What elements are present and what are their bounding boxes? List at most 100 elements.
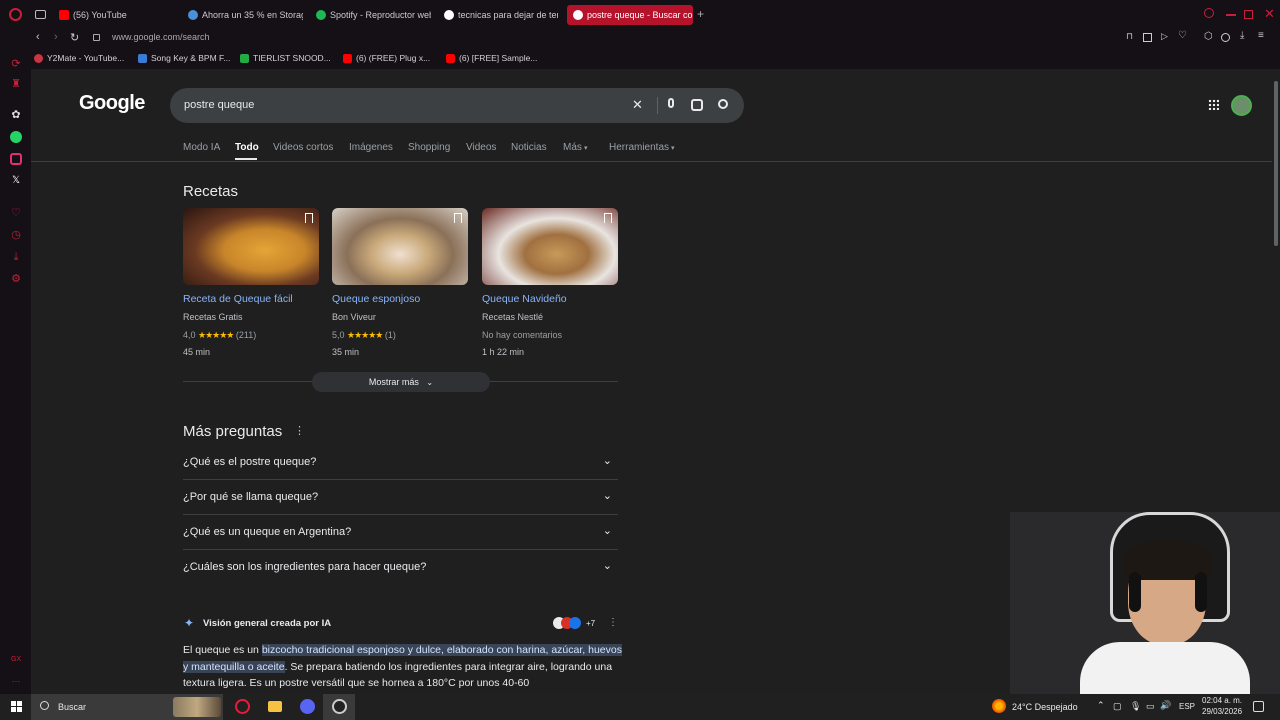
- bookmark-sample[interactable]: (6) [FREE] Sample...: [446, 53, 537, 63]
- avatar[interactable]: [1231, 95, 1252, 116]
- language-indicator[interactable]: ESP: [1179, 702, 1195, 711]
- recipe-title[interactable]: Queque esponjoso: [332, 293, 420, 305]
- taskbar-search[interactable]: Buscar: [31, 694, 223, 720]
- close-icon[interactable]: ✕: [1264, 6, 1275, 22]
- sources-count[interactable]: +7: [586, 619, 595, 628]
- network-icon[interactable]: ▭: [1146, 701, 1155, 712]
- tab-modo-ia[interactable]: Modo IA: [183, 142, 220, 153]
- settings-icon[interactable]: ⚙: [10, 273, 22, 285]
- tab-videos-cortos[interactable]: Videos cortos: [273, 142, 333, 153]
- volume-icon[interactable]: 🔊: [1160, 700, 1171, 711]
- heart-icon[interactable]: ♡: [10, 207, 22, 219]
- tab-mas[interactable]: Más: [563, 142, 582, 153]
- ai-assistant-icon[interactable]: ⟳: [10, 58, 22, 70]
- tab-tecnicas[interactable]: tecnicas para dejar de ten: [444, 5, 558, 25]
- download-icon[interactable]: ⤓: [1240, 30, 1244, 41]
- tab-shopping[interactable]: Shopping: [408, 142, 450, 153]
- menu-icon[interactable]: ≡: [1258, 30, 1264, 41]
- lens-icon[interactable]: [691, 99, 703, 111]
- downloads-icon[interactable]: ⤓: [10, 251, 22, 263]
- weather-icon[interactable]: [992, 699, 1006, 713]
- back-icon[interactable]: ‹: [36, 31, 40, 43]
- discord-icon[interactable]: [300, 699, 315, 714]
- mic-icon[interactable]: [668, 98, 674, 108]
- chatgpt-icon[interactable]: ✿: [10, 109, 22, 121]
- google-logo[interactable]: Google: [79, 92, 145, 115]
- search-icon[interactable]: [718, 99, 728, 109]
- bookmark-icon[interactable]: [604, 213, 612, 223]
- recipe-title[interactable]: Receta de Queque fácil: [183, 293, 293, 305]
- instagram-icon[interactable]: [10, 153, 22, 165]
- recipe-image[interactable]: [482, 208, 618, 285]
- tab-storage[interactable]: Ahorra un 35 % en Storag: [188, 5, 303, 25]
- gx-icon[interactable]: GX: [10, 654, 22, 666]
- clock-time[interactable]: 02:04 a. m.: [1202, 696, 1242, 705]
- weather-text[interactable]: 24°C Despejado: [1012, 702, 1078, 712]
- scrollbar-thumb[interactable]: [1274, 81, 1278, 246]
- maximize-icon[interactable]: [1244, 10, 1253, 19]
- tab-todo[interactable]: Todo: [235, 142, 259, 153]
- forward-icon[interactable]: ›: [54, 31, 58, 43]
- wallet-icon[interactable]: ♜: [10, 78, 22, 90]
- pin-icon[interactable]: ⊓: [1126, 31, 1133, 42]
- notifications-icon[interactable]: [1253, 701, 1264, 712]
- tab-herramientas[interactable]: Herramientas: [609, 142, 669, 153]
- recipes-heading: Recetas: [183, 183, 239, 200]
- rating-value: 4,0: [183, 330, 196, 340]
- bookmark-icon[interactable]: [454, 213, 462, 223]
- recipe-title[interactable]: Queque Navideño: [482, 293, 567, 305]
- reload-icon[interactable]: ↻: [70, 31, 79, 44]
- youtube-icon: [446, 53, 455, 63]
- tray-icon[interactable]: ▢: [1113, 701, 1122, 712]
- x-icon[interactable]: 𝕏: [10, 175, 22, 187]
- file-explorer-icon[interactable]: [268, 701, 282, 712]
- extensions-icon[interactable]: ⬡: [1204, 31, 1213, 42]
- bookmark-y2mate[interactable]: Y2Mate - YouTube...: [34, 53, 124, 63]
- tab-postre-queque[interactable]: postre queque - Buscar co: [567, 5, 693, 25]
- windows-start-icon[interactable]: [11, 701, 22, 712]
- opera-logo-icon[interactable]: [9, 8, 22, 21]
- bookmark-plug[interactable]: (6) (FREE) Plug x...: [343, 53, 430, 63]
- show-more-label: Mostrar más: [368, 377, 419, 387]
- faq-item[interactable]: ¿Por qué se llama queque? ⌄: [183, 480, 618, 515]
- more-options-icon[interactable]: ⋮: [294, 424, 305, 437]
- tab-spotify[interactable]: Spotify - Reproductor web: [316, 5, 431, 25]
- mic-icon[interactable]: 🎙: [1130, 701, 1141, 712]
- profile-icon[interactable]: [1221, 33, 1230, 42]
- show-more-button[interactable]: Mostrar más ⌄: [312, 372, 490, 392]
- heart-icon[interactable]: ♡: [1178, 30, 1187, 41]
- whatsapp-icon[interactable]: [10, 131, 22, 143]
- tab-youtube[interactable]: (56) YouTube: [59, 5, 179, 25]
- search-input[interactable]: postre queque: [184, 99, 254, 111]
- recipe-image[interactable]: [332, 208, 468, 285]
- recipe-image[interactable]: [183, 208, 319, 285]
- history-icon[interactable]: ◷: [10, 229, 22, 241]
- more-options-icon[interactable]: ⋮: [608, 617, 618, 628]
- play-icon[interactable]: ▷: [1161, 31, 1168, 42]
- url-field[interactable]: www.google.com/search: [112, 32, 210, 42]
- faq-heading: Más preguntas: [183, 423, 283, 440]
- search-tabs-icon[interactable]: [1204, 8, 1214, 18]
- new-tab-button[interactable]: +: [697, 7, 704, 21]
- apps-grid-icon[interactable]: [1208, 99, 1219, 110]
- tab-imagenes[interactable]: Imágenes: [349, 142, 393, 153]
- tab-overview-icon[interactable]: [35, 10, 46, 19]
- bookmark-icon[interactable]: [305, 213, 313, 223]
- tab-noticias[interactable]: Noticias: [511, 142, 547, 153]
- search-box[interactable]: postre queque ✕: [170, 88, 744, 123]
- faq-item[interactable]: ¿Cuáles son los ingredientes para hacer …: [183, 550, 618, 585]
- bookmark-songkey[interactable]: Song Key & BPM F...: [138, 53, 230, 63]
- minimize-icon[interactable]: [1226, 14, 1236, 16]
- faq-item[interactable]: ¿Qué es un queque en Argentina? ⌄: [183, 515, 618, 550]
- source-avatars[interactable]: [553, 617, 583, 629]
- more-icon[interactable]: ···: [10, 675, 22, 687]
- clock-date[interactable]: 29/03/2026: [1202, 707, 1242, 716]
- chevron-up-icon[interactable]: ⌃: [1097, 700, 1105, 711]
- clear-icon[interactable]: ✕: [632, 97, 643, 113]
- bookmark-tierlist[interactable]: TIERLIST SNOOD...: [240, 53, 331, 63]
- opera-gx-icon[interactable]: [235, 699, 250, 714]
- faq-item[interactable]: ¿Qué es el postre queque? ⌄: [183, 445, 618, 480]
- tab-videos[interactable]: Videos: [466, 142, 496, 153]
- snapshot-icon[interactable]: [1143, 33, 1152, 42]
- chevron-down-icon: ⌄: [602, 490, 612, 502]
